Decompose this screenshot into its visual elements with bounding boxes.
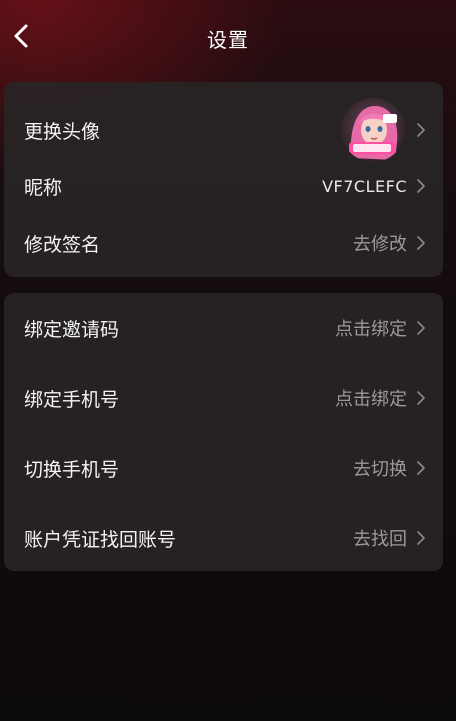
signature-action: 去修改 xyxy=(353,234,407,255)
avatar-image xyxy=(341,98,405,162)
switch-phone-label: 切换手机号 xyxy=(24,458,120,481)
switch-phone-row[interactable]: 切换手机号 去切换 xyxy=(4,448,443,488)
bind-invite-code-action: 点击绑定 xyxy=(335,319,407,340)
nickname-value: VF7CLEFC xyxy=(322,176,407,196)
chevron-right-icon xyxy=(415,389,427,407)
bind-invite-code-label: 绑定邀请码 xyxy=(24,318,120,341)
nickname-label: 昵称 xyxy=(24,176,63,199)
profile-settings-card: 更换头像 昵称 VF7CLEFC 修改签名 去修改 xyxy=(4,82,443,277)
chevron-right-icon xyxy=(415,459,427,477)
page-title: 设置 xyxy=(207,28,249,52)
chevron-right-icon xyxy=(415,177,427,195)
chevron-right-icon xyxy=(415,121,427,139)
signature-label: 修改签名 xyxy=(24,233,101,256)
change-avatar-row[interactable]: 更换头像 xyxy=(4,98,443,162)
bind-phone-label: 绑定手机号 xyxy=(24,388,120,411)
top-bar: 设置 xyxy=(0,0,456,74)
change-avatar-label: 更换头像 xyxy=(24,120,101,143)
chevron-right-icon xyxy=(415,319,427,337)
bind-invite-code-row[interactable]: 绑定邀请码 点击绑定 xyxy=(4,308,443,348)
recover-account-row[interactable]: 账户凭证找回账号 去找回 xyxy=(4,518,443,558)
account-settings-card: 绑定邀请码 点击绑定 绑定手机号 点击绑定 切换手机号 去切换 账户凭证找回账号… xyxy=(4,293,443,571)
recover-account-label: 账户凭证找回账号 xyxy=(24,528,177,551)
bind-phone-action: 点击绑定 xyxy=(335,389,407,410)
chevron-right-icon xyxy=(415,234,427,252)
chevron-right-icon xyxy=(415,529,427,547)
nickname-row[interactable]: 昵称 VF7CLEFC xyxy=(4,166,443,206)
switch-phone-action: 去切换 xyxy=(353,459,407,480)
bind-phone-row[interactable]: 绑定手机号 点击绑定 xyxy=(4,378,443,418)
avatar[interactable] xyxy=(341,98,405,162)
signature-row[interactable]: 修改签名 去修改 xyxy=(4,223,443,263)
recover-account-action: 去找回 xyxy=(353,529,407,550)
